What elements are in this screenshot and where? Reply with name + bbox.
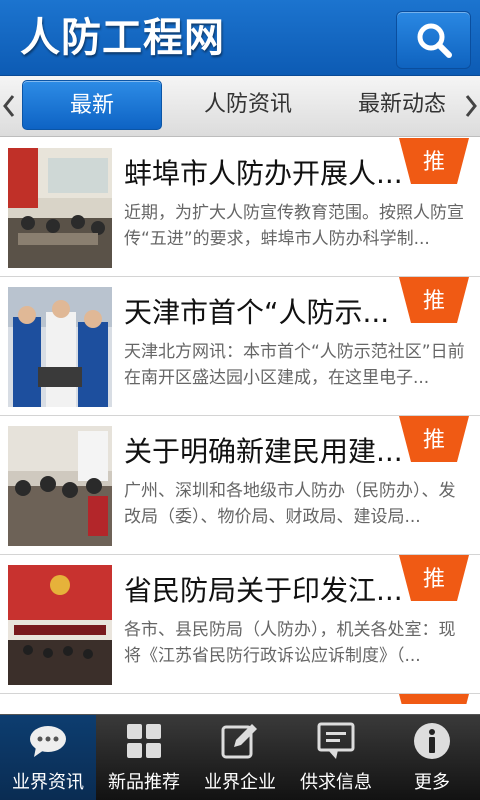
badge-text: 推 xyxy=(423,150,445,175)
nav-companies[interactable]: 业界企业 xyxy=(192,715,288,800)
badge-text: 推 xyxy=(423,289,445,314)
list-item[interactable] xyxy=(0,694,480,714)
nav-label: 新品推荐 xyxy=(108,772,180,793)
tab-scroll-right[interactable] xyxy=(464,90,478,122)
tab-scroll-left[interactable] xyxy=(2,90,16,122)
news-title: 省民防局关于印发江... xyxy=(124,574,403,607)
badge-text: 推 xyxy=(423,567,445,592)
news-title: 关于明确新建民用建... xyxy=(124,435,403,468)
edit-icon xyxy=(221,724,257,759)
news-summary: 近期，为扩大人防宣传教育范围。按照人防宣传“五进”的要求，蚌埠市人防办科学制..… xyxy=(124,203,464,249)
news-thumbnail xyxy=(8,287,112,407)
chevron-right-icon xyxy=(465,95,477,117)
nav-label: 业界企业 xyxy=(204,772,276,793)
news-thumbnail xyxy=(8,565,112,685)
list-item[interactable]: 蚌埠市人防办开展人... 近期，为扩大人防宣传教育范围。按照人防宣传“五进”的要… xyxy=(0,138,480,277)
tab-latest-updates[interactable]: 最新动态 xyxy=(342,80,462,130)
nav-industry-news[interactable]: 业界资讯 xyxy=(0,715,96,800)
nav-label: 更多 xyxy=(414,772,450,793)
message-icon xyxy=(317,722,355,759)
chevron-left-icon xyxy=(3,95,15,117)
app-header: 人防工程网 xyxy=(0,0,480,76)
nav-supply-demand[interactable]: 供求信息 xyxy=(288,715,384,800)
list-item[interactable]: 天津市首个“人防示... 天津北方网讯：本市首个“人防示范社区”日前在南开区盛达… xyxy=(0,277,480,416)
chat-bubbles-icon xyxy=(30,726,66,757)
nav-more[interactable]: 更多 xyxy=(384,715,480,800)
news-thumbnail xyxy=(8,148,112,268)
recommend-badge: 推 xyxy=(399,138,469,184)
tab-bar: 最新 人防资讯 最新动态 xyxy=(0,76,480,137)
recommend-badge: 推 xyxy=(399,416,469,462)
nav-label: 业界资讯 xyxy=(12,772,84,793)
news-thumbnail xyxy=(8,426,112,546)
search-button[interactable] xyxy=(396,11,471,69)
recommend-badge xyxy=(399,694,469,704)
recommend-badge: 推 xyxy=(399,555,469,601)
list-item[interactable]: 关于明确新建民用建... 广州、深圳和各地级市人防办（民防办）、发改局（委）、物… xyxy=(0,416,480,555)
app-title: 人防工程网 xyxy=(20,14,225,61)
tab-latest[interactable]: 最新 xyxy=(22,80,162,130)
recommend-badge: 推 xyxy=(399,277,469,323)
news-summary: 各市、县民防局（人防办），机关各处室：现将《江苏省民防行政诉讼应诉制度》（... xyxy=(124,620,456,666)
tab-civil-defense-news[interactable]: 人防资讯 xyxy=(180,80,316,130)
search-icon xyxy=(417,23,452,58)
news-summary: 天津北方网讯：本市首个“人防示范社区”日前在南开区盛达园小区建成，在这里电子..… xyxy=(124,342,465,388)
grid-icon xyxy=(127,724,161,758)
news-title: 天津市首个“人防示... xyxy=(124,296,390,329)
bottom-nav: 业界资讯 新品推荐 业界企业 供求信息 更多 xyxy=(0,714,480,800)
list-item[interactable]: 省民防局关于印发江... 各市、县民防局（人防办），机关各处室：现将《江苏省民防… xyxy=(0,555,480,694)
badge-text: 推 xyxy=(423,428,445,453)
news-summary: 广州、深圳和各地级市人防办（民防办）、发改局（委）、物价局、财政局、建设局... xyxy=(124,481,456,527)
nav-new-products[interactable]: 新品推荐 xyxy=(96,715,192,800)
info-icon xyxy=(414,723,450,759)
news-title: 蚌埠市人防办开展人... xyxy=(124,157,403,190)
nav-label: 供求信息 xyxy=(300,772,372,793)
